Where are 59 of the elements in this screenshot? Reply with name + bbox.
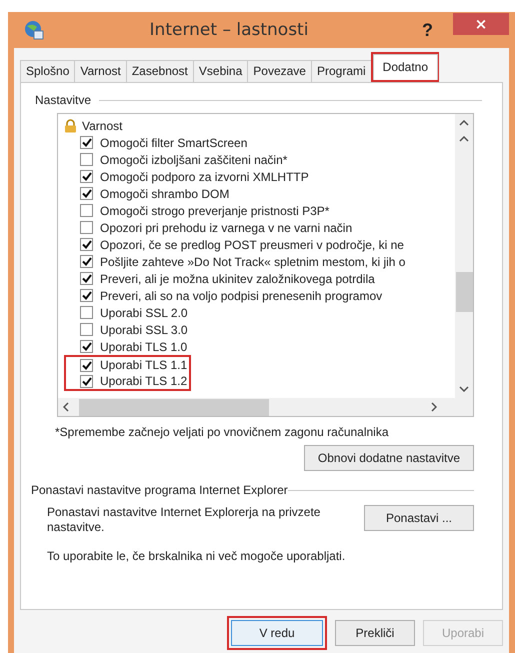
checkbox[interactable] — [80, 153, 93, 166]
setting-label[interactable]: Opozori pri prehodu iz varnega v ne varni način — [100, 220, 352, 234]
setting-label[interactable]: Uporabi SSL 2.0 — [100, 306, 188, 320]
window-title: Internet – lastnosti — [148, 20, 310, 40]
setting-label[interactable]: Omogoči izboljšani zaščiteni način* — [100, 152, 288, 166]
setting-label[interactable]: Uporabi SSL 3.0 — [100, 322, 188, 336]
tab[interactable]: Varnost — [74, 60, 127, 82]
tab[interactable]: Programi — [310, 60, 372, 82]
horizontal-scrollbar[interactable] — [58, 398, 455, 416]
checkbox[interactable] — [80, 204, 93, 217]
setting-label[interactable]: Preveri, ali so na voljo podpisi prenesenih programov — [100, 288, 382, 302]
tab[interactable]: Splošno — [20, 60, 76, 82]
scroll-thumb[interactable] — [456, 272, 472, 312]
checkbox[interactable] — [80, 255, 93, 268]
globe-icon — [24, 20, 44, 40]
scroll-thumb[interactable] — [79, 398, 269, 416]
setting-label[interactable]: Omogoči filter SmartScreen — [100, 136, 248, 150]
checkbox[interactable] — [80, 306, 93, 319]
setting-label[interactable]: Omogoči shrambo DOM — [100, 186, 230, 200]
checkbox[interactable] — [80, 221, 93, 234]
checkbox[interactable] — [80, 374, 93, 388]
restore-button[interactable]: Obnovi dodatne nastavitve — [304, 445, 474, 471]
reset-hint: To uporabite le, če brskalnika ni več mogoče uporabljati. — [47, 549, 346, 563]
restart-note: *Spremembe začnejo veljati po vnovičnem zagonu računalnika — [55, 425, 389, 439]
checkbox[interactable] — [80, 272, 93, 285]
checkbox[interactable] — [80, 238, 93, 251]
dialog-button[interactable]: V redu — [231, 620, 323, 646]
tab[interactable]: Dodatno — [372, 54, 438, 80]
vertical-scrollbar[interactable] — [455, 114, 473, 398]
reset-description: Ponastavi nastavitve Internet Explorerja na privzete nastavitve. — [47, 505, 322, 535]
chevron-down-icon[interactable] — [459, 386, 469, 392]
setting-label[interactable]: Pošljite zahteve »Do Not Track« spletnim mestom, ki jih o — [100, 254, 406, 268]
checkbox[interactable] — [80, 170, 93, 183]
dialog-button[interactable]: Prekliči — [335, 620, 415, 646]
close-button[interactable]: × — [453, 13, 509, 35]
checkbox[interactable] — [80, 358, 93, 372]
chevron-right-icon[interactable] — [431, 402, 437, 412]
reset-button[interactable]: Ponastavi ... — [364, 505, 474, 531]
setting-label[interactable]: Uporabi TLS 1.1 — [100, 358, 188, 372]
lock-icon — [64, 118, 77, 132]
tab[interactable]: Zasebnost — [126, 60, 194, 82]
setting-label[interactable]: Preveri, ali je možna ukinitev založnikovega potrdila — [100, 272, 375, 286]
group-label: Nastavitve — [35, 93, 92, 107]
chevron-left-icon[interactable] — [63, 402, 69, 412]
help-button[interactable]: ? — [414, 20, 441, 40]
setting-label[interactable]: Omogoči strogo preverjanje pristnosti P3P* — [100, 204, 330, 218]
setting-label[interactable]: Uporabi TLS 1.0 — [100, 340, 188, 354]
tab[interactable]: Vsebina — [192, 60, 248, 82]
setting-label[interactable]: Opozori, če se predlog POST preusmeri v področje, ki ne — [100, 238, 404, 252]
tree-group-label[interactable]: Varnost — [82, 118, 122, 132]
setting-label[interactable]: Uporabi TLS 1.2 — [100, 374, 188, 388]
checkbox[interactable] — [80, 323, 93, 336]
checkbox[interactable] — [80, 187, 93, 200]
checkbox[interactable] — [80, 136, 93, 149]
checkbox[interactable] — [80, 289, 93, 302]
checkbox[interactable] — [80, 340, 93, 353]
setting-label[interactable]: Omogoči podporo za izvorni XMLHTTP — [100, 170, 309, 184]
tab[interactable]: Povezave — [247, 60, 312, 82]
group-label: Ponastavi nastavitve programa Internet Explorer — [31, 483, 288, 497]
